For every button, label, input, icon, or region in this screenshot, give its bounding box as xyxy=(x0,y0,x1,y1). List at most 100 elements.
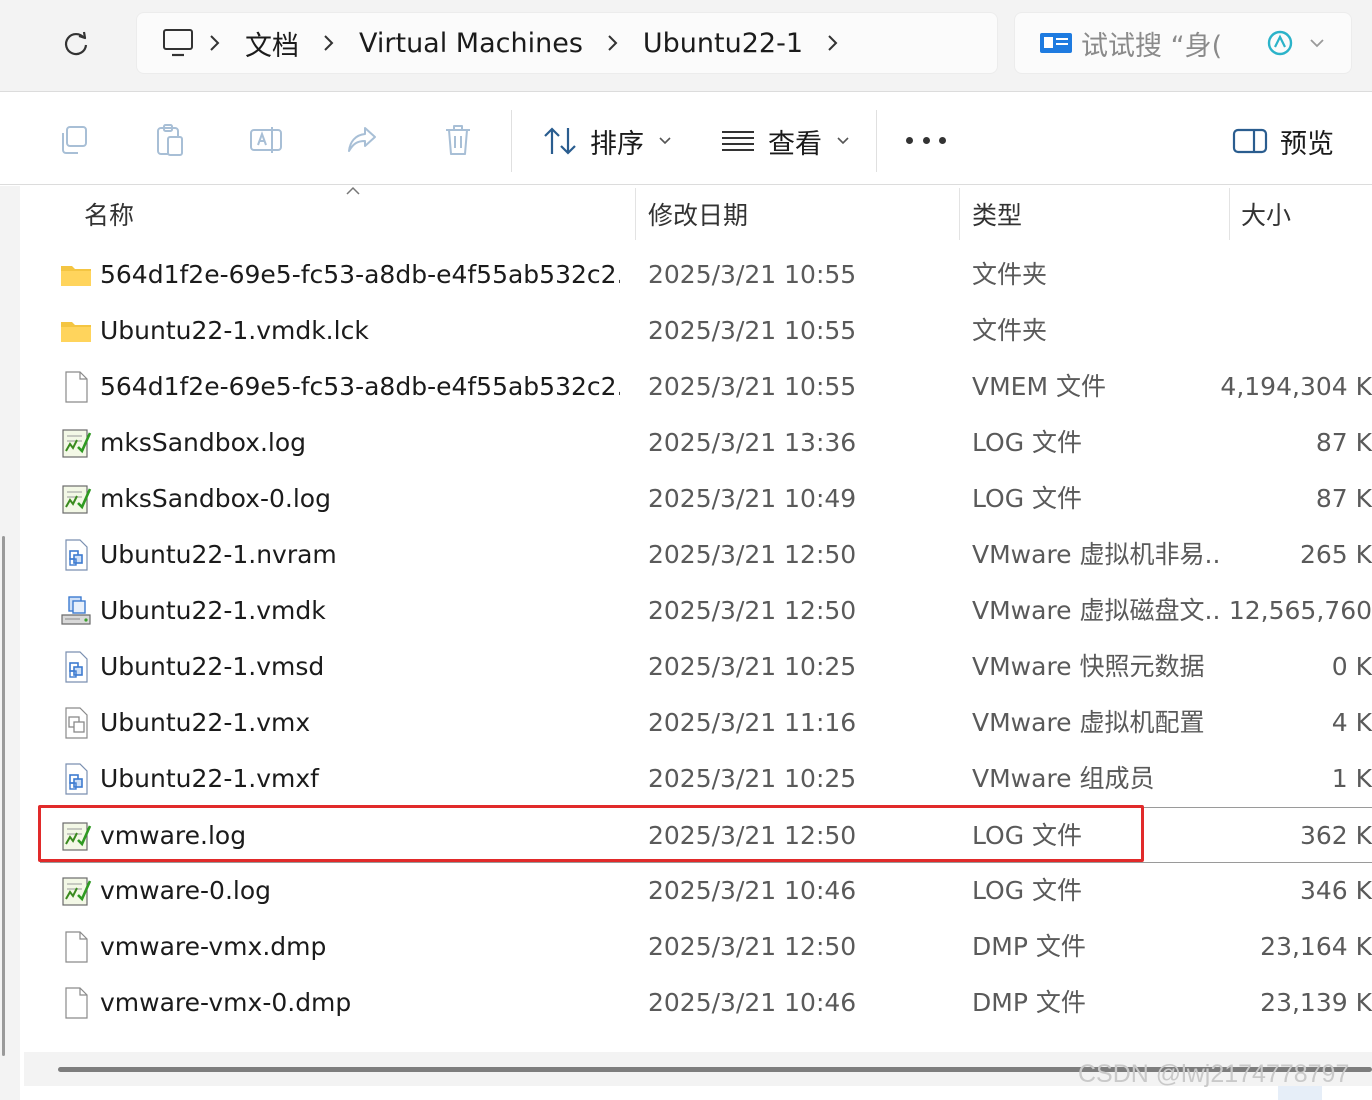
vmware-file-icon xyxy=(60,539,92,571)
file-size: 1 K xyxy=(1331,764,1372,793)
file-size: 23,164 K xyxy=(1260,932,1372,961)
copy-icon[interactable] xyxy=(56,122,92,158)
file-type: LOG 文件 xyxy=(972,876,1083,905)
file-modified-date: 2025/3/21 10:49 xyxy=(648,484,857,513)
breadcrumb-documents[interactable]: 文档 xyxy=(235,24,309,63)
file-size xyxy=(1220,303,1372,359)
file-name: mksSandbox.log xyxy=(100,428,307,457)
vmware-disk-icon xyxy=(60,595,92,627)
highlight-box xyxy=(38,805,1144,862)
this-pc-icon[interactable] xyxy=(161,26,195,60)
file-modified-date: 2025/3/21 12:50 xyxy=(648,596,857,625)
column-header-type[interactable]: 类型 xyxy=(972,188,1222,240)
command-bar xyxy=(0,93,1372,185)
preview-pane-button[interactable]: 预览 xyxy=(1230,118,1334,164)
view-label: 查看 xyxy=(768,128,822,160)
file-name: 564d1f2e-69e5-fc53-a8db-e4f55ab532c2.v..… xyxy=(100,372,620,401)
file-name: mksSandbox-0.log xyxy=(100,484,331,513)
search-input[interactable]: 试试搜 “身( xyxy=(1081,24,1231,63)
chevron-right-icon[interactable] xyxy=(593,34,633,52)
navigation-pane-edge xyxy=(0,186,20,1100)
file-name: 564d1f2e-69e5-fc53-a8db-e4f55ab532c2.v..… xyxy=(100,260,620,289)
file-row[interactable]: 564d1f2e-69e5-fc53-a8db-e4f55ab532c2.v..… xyxy=(40,359,1372,415)
file-modified-date: 2025/3/21 10:25 xyxy=(648,764,857,793)
file-row[interactable]: vmware-vmx-0.dmp 2025/3/21 10:46 DMP 文件 23,… xyxy=(40,975,1372,1031)
sort-label: 排序 xyxy=(590,128,644,160)
file-size: 87 K xyxy=(1315,484,1372,513)
blank-file-icon xyxy=(60,931,92,963)
chevron-down-icon[interactable] xyxy=(1309,35,1325,51)
navigation-scrollbar[interactable] xyxy=(2,536,5,1056)
file-size: 4,194,304 K xyxy=(1220,372,1372,401)
address-bar-row: 文档 Virtual Machines Ubuntu22-1 试试搜 “身( xyxy=(0,0,1372,92)
file-row[interactable]: 564d1f2e-69e5-fc53-a8db-e4f55ab532c2.v..… xyxy=(40,247,1372,303)
preview-pane-icon xyxy=(1230,121,1270,161)
breadcrumb-virtual-machines[interactable]: Virtual Machines xyxy=(349,28,593,59)
chevron-right-icon[interactable] xyxy=(813,34,853,52)
file-modified-date: 2025/3/21 10:55 xyxy=(648,260,857,289)
file-name: Ubuntu22-1.vmsd xyxy=(100,652,325,681)
more-options-icon[interactable] xyxy=(906,128,946,152)
log-file-icon xyxy=(60,875,92,907)
file-row[interactable]: mksSandbox.log 2025/3/21 13:36 LOG 文件 87 K xyxy=(40,415,1372,471)
column-divider[interactable] xyxy=(1229,188,1230,240)
sort-arrows-icon xyxy=(540,121,580,161)
column-header-modified[interactable]: 修改日期 xyxy=(648,188,948,240)
file-size: 23,139 K xyxy=(1260,988,1372,1017)
search-assistant-icon[interactable] xyxy=(1265,28,1295,58)
file-row[interactable]: Ubuntu22-1.vmdk.lck 2025/3/21 10:55 文件夹 xyxy=(40,303,1372,359)
file-row[interactable]: Ubuntu22-1.vmdk 2025/3/21 12:50 VMware 虚拟磁… xyxy=(40,583,1372,639)
file-type: 文件夹 xyxy=(972,316,1048,345)
file-modified-date: 2025/3/21 10:55 xyxy=(648,372,857,401)
column-header-size[interactable]: 大小 xyxy=(1241,188,1371,240)
chevron-right-icon[interactable] xyxy=(309,34,349,52)
blank-file-icon xyxy=(60,371,92,403)
file-modified-date: 2025/3/21 10:46 xyxy=(648,876,857,905)
file-modified-date: 2025/3/21 12:50 xyxy=(648,540,857,569)
file-row[interactable]: Ubuntu22-1.vmxf 2025/3/21 10:25 VMware 组成员… xyxy=(40,751,1372,807)
delete-icon[interactable] xyxy=(440,122,476,158)
breadcrumb[interactable]: 文档 Virtual Machines Ubuntu22-1 xyxy=(136,12,998,74)
id-card-icon xyxy=(1040,33,1072,53)
file-row[interactable]: Ubuntu22-1.nvram 2025/3/21 12:50 VMware 虚拟… xyxy=(40,527,1372,583)
folder-icon xyxy=(60,259,92,291)
watermark: CSDN @lwj2174778797 xyxy=(1078,1060,1350,1088)
file-name: Ubuntu22-1.nvram xyxy=(100,540,337,569)
file-name: vmware-vmx.dmp xyxy=(100,932,327,961)
file-type: LOG 文件 xyxy=(972,484,1083,513)
file-type: VMware 快照元数据 xyxy=(972,652,1205,681)
file-row[interactable]: vmware-vmx.dmp 2025/3/21 12:50 DMP 文件 23,16… xyxy=(40,919,1372,975)
sort-button[interactable]: 排序 xyxy=(540,118,672,164)
file-row[interactable]: Ubuntu22-1.vmsd 2025/3/21 10:25 VMware 快照元… xyxy=(40,639,1372,695)
column-header-name[interactable]: 名称 xyxy=(84,188,604,240)
vmx-file-icon xyxy=(60,707,92,739)
breadcrumb-ubuntu22-1[interactable]: Ubuntu22-1 xyxy=(633,28,813,59)
file-type: VMware 虚拟机非易... xyxy=(972,540,1222,569)
file-modified-date: 2025/3/21 12:50 xyxy=(648,932,857,961)
toolbar-divider xyxy=(511,110,512,172)
file-modified-date: 2025/3/21 13:36 xyxy=(648,428,857,457)
refresh-icon[interactable] xyxy=(58,26,94,62)
log-file-icon xyxy=(60,483,92,515)
column-divider[interactable] xyxy=(635,188,636,240)
blank-file-icon xyxy=(60,987,92,1019)
status-corner xyxy=(1278,1086,1322,1100)
file-type: 文件夹 xyxy=(972,260,1048,289)
file-modified-date: 2025/3/21 11:16 xyxy=(648,708,857,737)
view-button[interactable]: 查看 xyxy=(718,118,850,164)
toolbar-divider xyxy=(876,110,877,172)
file-row[interactable]: mksSandbox-0.log 2025/3/21 10:49 LOG 文件 87 … xyxy=(40,471,1372,527)
search-box[interactable]: 试试搜 “身( xyxy=(1014,12,1352,74)
chevron-right-icon[interactable] xyxy=(195,34,235,52)
file-modified-date: 2025/3/21 10:55 xyxy=(648,316,857,345)
preview-label: 预览 xyxy=(1280,128,1334,160)
file-type: VMware 虚拟磁盘文... xyxy=(972,596,1222,625)
share-icon[interactable] xyxy=(344,122,380,158)
file-size: 0 K xyxy=(1331,652,1372,681)
paste-icon[interactable] xyxy=(152,122,188,158)
rename-icon[interactable] xyxy=(248,122,284,158)
file-row[interactable]: vmware-0.log 2025/3/21 10:46 LOG 文件 346 K xyxy=(40,863,1372,919)
file-name: Ubuntu22-1.vmxf xyxy=(100,764,319,793)
file-row[interactable]: Ubuntu22-1.vmx 2025/3/21 11:16 VMware 虚拟机配… xyxy=(40,695,1372,751)
column-divider[interactable] xyxy=(959,188,960,240)
